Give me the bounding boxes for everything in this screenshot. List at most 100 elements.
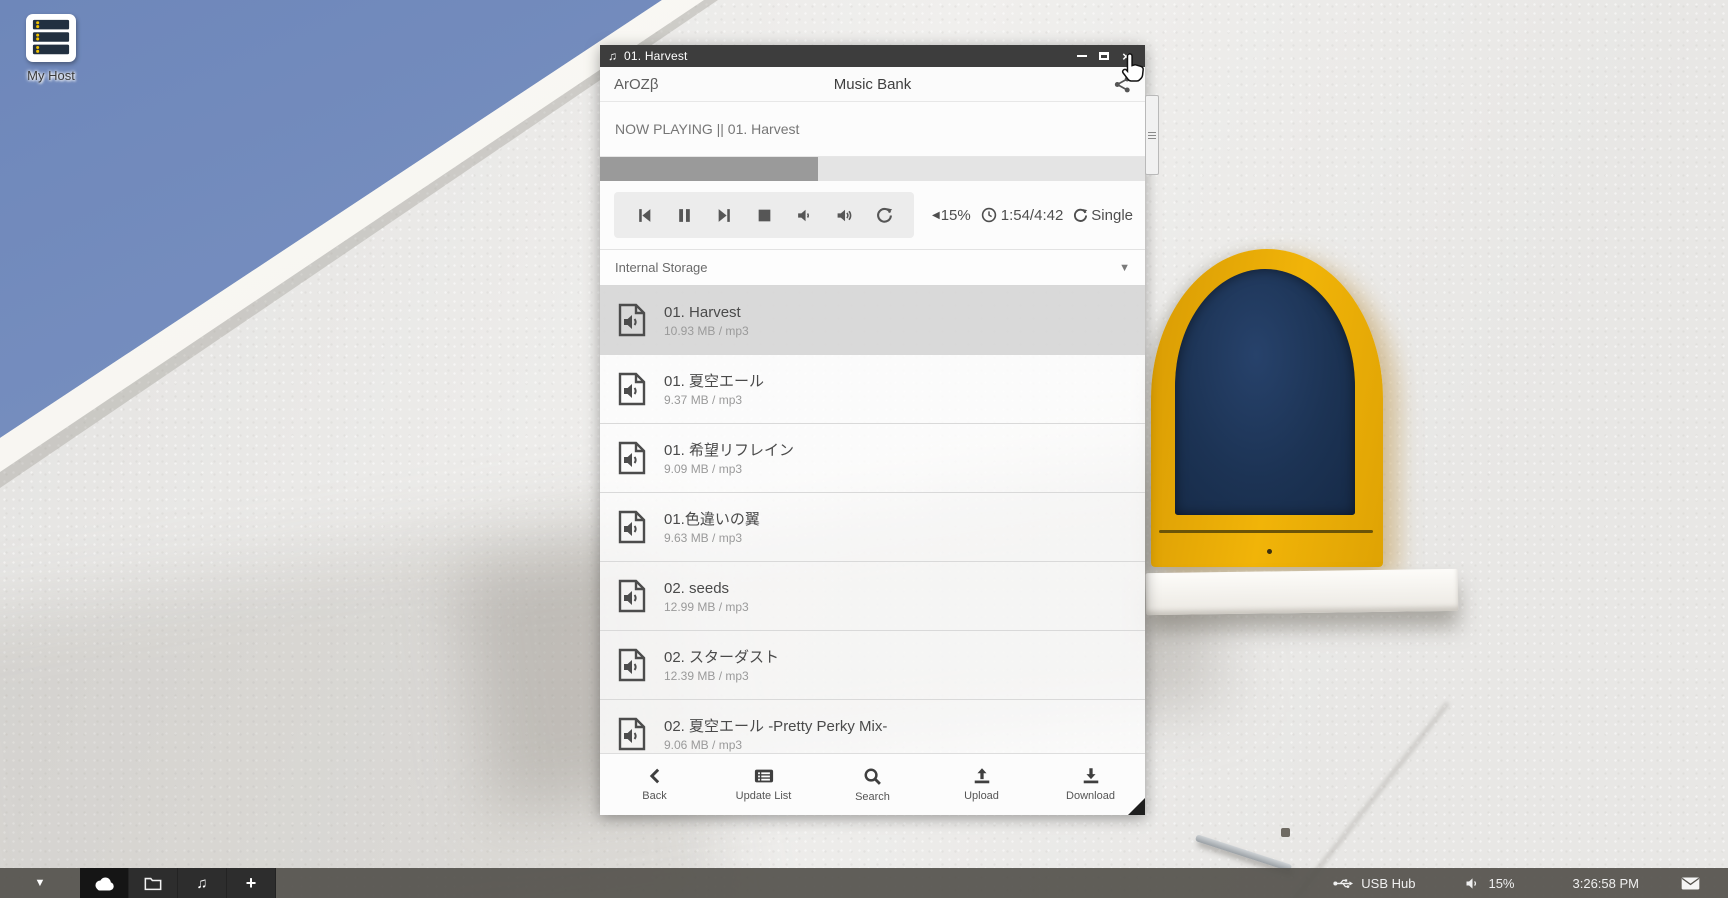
storage-selected-value: Internal Storage xyxy=(615,260,708,275)
audio-file-icon xyxy=(614,716,650,752)
app-title: Music Bank xyxy=(600,76,1145,93)
volume-tri-icon: ◀ xyxy=(932,210,940,221)
volume-value: 15% xyxy=(941,207,971,224)
search-button[interactable]: Search xyxy=(818,754,927,815)
minimize-button[interactable] xyxy=(1071,47,1093,65)
taskbar-app-add[interactable]: + xyxy=(227,868,276,898)
wallpaper-arched-window xyxy=(1151,249,1383,567)
now-playing-banner: NOW PLAYING || 01. Harvest xyxy=(600,102,1145,157)
song-meta: 9.37 MB / mp3 xyxy=(664,393,764,407)
song-list: 01. Harvest 10.93 MB / mp3 01. 夏空エール 9.3… xyxy=(600,286,1145,769)
upload-label: Upload xyxy=(964,790,999,802)
taskbar-app-music[interactable]: ♫ xyxy=(178,868,227,898)
server-icon xyxy=(26,14,76,62)
update-list-label: Update List xyxy=(736,790,792,802)
audio-file-icon xyxy=(614,302,650,338)
window-toolbar: Back Update List Search Upload Download xyxy=(600,753,1145,815)
song-meta: 9.09 MB / mp3 xyxy=(664,462,794,476)
messages-indicator[interactable] xyxy=(1681,877,1700,890)
volume-status: ◀ 15% xyxy=(932,207,971,224)
play-mode-value: Single xyxy=(1091,207,1133,224)
transport-controls xyxy=(614,192,914,238)
taskbar-app-cloud[interactable] xyxy=(80,868,129,898)
wallpaper-rod-bracket xyxy=(1281,828,1290,837)
window-body: Music Bank ArOZβ NOW PLAYING || 01. Harv… xyxy=(600,67,1145,815)
taskbar-expand-icon[interactable]: ▼ xyxy=(0,877,80,889)
audio-file-icon xyxy=(614,371,650,407)
speaker-icon xyxy=(1465,877,1480,890)
window-title: 01. Harvest xyxy=(624,49,1071,63)
music-player-window: ♫ 01. Harvest × Music Bank ArOZβ NOW PLA… xyxy=(600,45,1145,815)
upload-button[interactable]: Upload xyxy=(927,754,1036,815)
folder-icon xyxy=(144,876,162,891)
wallpaper-window-glass xyxy=(1175,269,1355,515)
maximize-button[interactable] xyxy=(1093,47,1115,65)
song-meta: 9.06 MB / mp3 xyxy=(664,738,887,752)
song-row[interactable]: 01. Harvest 10.93 MB / mp3 xyxy=(600,286,1145,355)
pause-icon[interactable] xyxy=(664,195,704,235)
close-button[interactable]: × xyxy=(1115,47,1137,65)
clock[interactable]: 3:26:58 PM xyxy=(1573,876,1640,891)
usb-hub-indicator[interactable]: USB Hub xyxy=(1333,876,1415,891)
song-title: 02. seeds xyxy=(664,578,749,601)
next-track-icon[interactable] xyxy=(704,195,744,235)
song-row[interactable]: 01.色違いの翼 9.63 MB / mp3 xyxy=(600,493,1145,562)
audio-file-icon xyxy=(614,440,650,476)
song-meta: 12.39 MB / mp3 xyxy=(664,669,779,683)
seek-bar[interactable] xyxy=(600,157,1145,181)
taskbar-app-strip: ♫ + xyxy=(80,868,276,898)
song-meta: 10.93 MB / mp3 xyxy=(664,324,749,338)
song-title: 01. 夏空エール xyxy=(664,371,764,394)
volume-label: 15% xyxy=(1488,876,1514,891)
song-title: 01. Harvest xyxy=(664,302,749,325)
resize-handle-icon[interactable] xyxy=(1128,798,1145,815)
app-header: Music Bank ArOZβ xyxy=(600,67,1145,102)
usb-hub-label: USB Hub xyxy=(1361,876,1415,891)
audio-file-icon xyxy=(614,509,650,545)
play-mode[interactable]: Single xyxy=(1073,207,1133,224)
song-title: 01. 希望リフレイン xyxy=(664,440,794,463)
player-controls: ◀ 15% 1:54/4:42 Single xyxy=(600,181,1145,249)
clock-label: 3:26:58 PM xyxy=(1573,876,1640,891)
wallpaper-window-frame-line xyxy=(1159,530,1373,533)
cloud-icon xyxy=(93,876,115,891)
search-label: Search xyxy=(855,791,890,803)
desktop-icon-my-host[interactable]: My Host xyxy=(12,14,90,83)
desktop-icon-label: My Host xyxy=(12,68,90,83)
download-label: Download xyxy=(1066,790,1115,802)
taskbar-app-files[interactable] xyxy=(129,868,178,898)
update-list-button[interactable]: Update List xyxy=(709,754,818,815)
usb-icon xyxy=(1333,877,1353,890)
song-meta: 9.63 MB / mp3 xyxy=(664,531,760,545)
volume-up-icon[interactable] xyxy=(824,195,864,235)
volume-indicator[interactable]: 15% xyxy=(1465,876,1514,891)
search-icon xyxy=(863,767,882,786)
stop-icon[interactable] xyxy=(744,195,784,235)
storage-selector[interactable]: Internal Storage ▼ xyxy=(600,249,1145,286)
upload-icon xyxy=(972,767,992,785)
back-button[interactable]: Back xyxy=(600,754,709,815)
window-titlebar[interactable]: ♫ 01. Harvest × xyxy=(600,45,1145,67)
time-status: 1:54/4:42 xyxy=(981,207,1064,224)
time-value: 1:54/4:42 xyxy=(1001,207,1064,224)
download-icon xyxy=(1081,767,1101,785)
back-label: Back xyxy=(642,790,666,802)
previous-track-icon[interactable] xyxy=(624,195,664,235)
song-row[interactable]: 02. スターダスト 12.39 MB / mp3 xyxy=(600,631,1145,700)
song-row[interactable]: 02. seeds 12.99 MB / mp3 xyxy=(600,562,1145,631)
music-note-icon: ♫ xyxy=(608,49,617,63)
window-scrollbar[interactable] xyxy=(1145,95,1159,175)
desktop: My Host ♫ 01. Harvest × Music Bank ArOZβ xyxy=(0,0,1728,898)
wallpaper-rod xyxy=(1195,834,1292,872)
song-row[interactable]: 01. 希望リフレイン 9.09 MB / mp3 xyxy=(600,424,1145,493)
taskbar-tray: USB Hub 15% 3:26:58 PM xyxy=(1333,876,1728,891)
player-status: ◀ 15% 1:54/4:42 Single xyxy=(922,207,1133,224)
volume-down-icon[interactable] xyxy=(784,195,824,235)
audio-file-icon xyxy=(614,647,650,683)
song-title: 02. スターダスト xyxy=(664,647,779,670)
share-icon[interactable] xyxy=(1114,76,1131,93)
back-icon xyxy=(646,767,664,785)
music-note-icon: ♫ xyxy=(196,875,207,892)
repeat-icon[interactable] xyxy=(864,195,904,235)
song-row[interactable]: 01. 夏空エール 9.37 MB / mp3 xyxy=(600,355,1145,424)
